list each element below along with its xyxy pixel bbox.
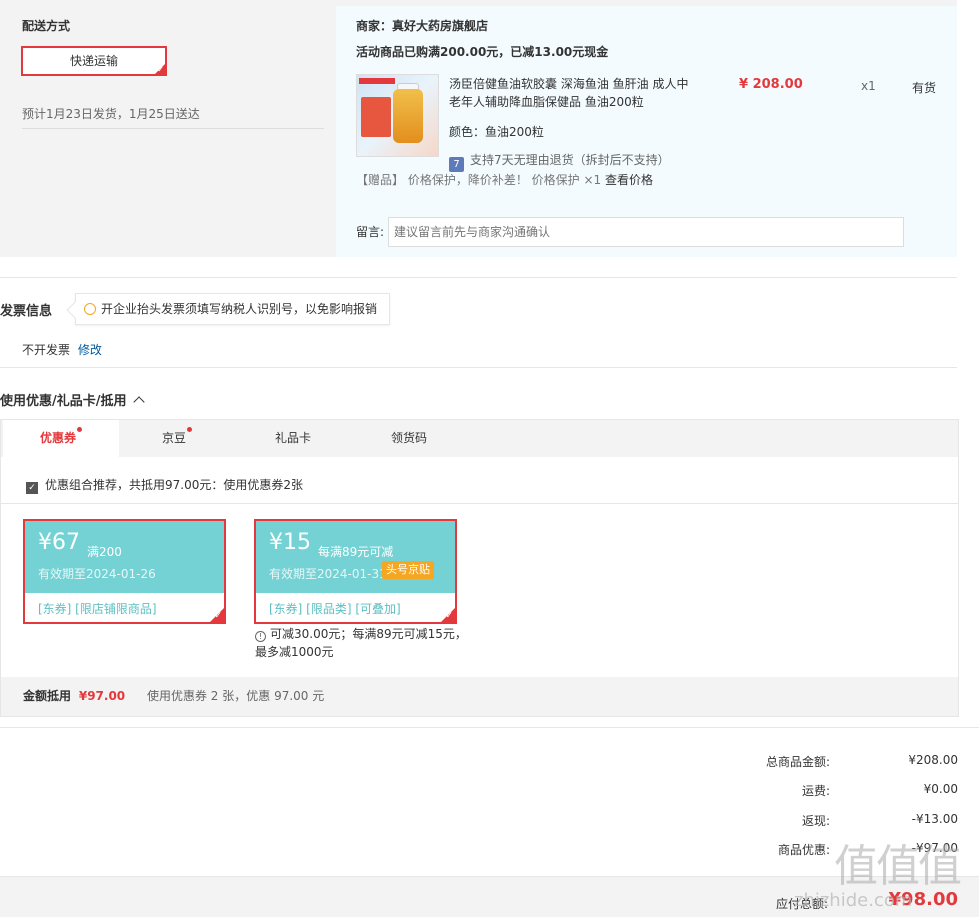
watermark-glyphs: 值值值 bbox=[834, 841, 962, 892]
delivery-estimate: 预计1月23日发货，1月25日送达 bbox=[22, 107, 200, 121]
return-policy-text: 支持7天无理由退货（拆封后不支持） bbox=[470, 153, 670, 167]
divider bbox=[0, 367, 957, 368]
coupon-note: ! 可减30.00元；每满89元可减15元，最多减1000元 bbox=[255, 625, 475, 661]
freight-value: ¥0.00 bbox=[923, 782, 958, 796]
lightbulb-icon bbox=[84, 303, 96, 315]
coupon-validity: 有效期至2024-01-31 bbox=[269, 567, 387, 581]
shipping-title: 配送方式 bbox=[22, 19, 71, 33]
coupon-card[interactable]: ¥15 每满89元可减 有效期至2024-01-31 头号京贴 [东券] [限品… bbox=[254, 519, 457, 624]
coupon-card[interactable]: ¥67 满200 有效期至2024-01-26 [东券] [限店铺限商品] ✓ bbox=[23, 519, 226, 624]
shipping-method-option[interactable]: 快递运输 ✓ bbox=[21, 46, 167, 76]
tab-label: 京豆 bbox=[161, 431, 186, 445]
promo-line: 活动商品已购满200.00元，已减13.00元现金 bbox=[356, 45, 609, 59]
return-policy-icon: 7 bbox=[449, 157, 464, 172]
rebate-label: 返现: bbox=[801, 814, 830, 828]
product-column: 商家：真好大药房旗舰店 活动商品已购满200.00元，已减13.00元现金 汤臣… bbox=[336, 6, 957, 257]
total-goods-value: ¥208.00 bbox=[908, 753, 958, 767]
coupon-validity: 有效期至2024-01-26 bbox=[38, 567, 156, 581]
notification-dot bbox=[187, 427, 192, 432]
divider bbox=[1, 503, 958, 504]
tab-label: 礼品卡 bbox=[274, 431, 311, 445]
product-title[interactable]: 汤臣倍健鱼油软胶囊 深海鱼油 鱼肝油 成人中老年人辅助降血脂保健品 鱼油200粒 bbox=[449, 75, 699, 111]
coupon-condition: 满200 bbox=[87, 545, 122, 559]
gift-line: 【赠品】 价格保护，降价补差！ 价格保护 ×1 查看价格 bbox=[356, 171, 653, 188]
coupon-header: ¥15 每满89元可减 有效期至2024-01-31 头号京贴 bbox=[256, 521, 455, 593]
coupon-section-title: 使用优惠/礼品卡/抵用 bbox=[0, 394, 127, 409]
view-price-link[interactable]: 查看价格 bbox=[605, 173, 653, 187]
bottle-graphic bbox=[393, 89, 423, 143]
total-goods-row: 总商品金额: ¥208.00 bbox=[658, 753, 958, 773]
shipping-column: 配送方式 快递运输 ✓ 预计1月23日发货，1月25日送达 bbox=[0, 0, 336, 257]
coupon-header: ¥67 满200 有效期至2024-01-26 bbox=[25, 521, 224, 593]
chevron-up-icon bbox=[132, 396, 145, 408]
invoice-status-text: 不开发票 bbox=[22, 343, 71, 357]
product-label-graphic bbox=[361, 97, 391, 137]
coupon-badge: 头号京贴 bbox=[382, 561, 434, 579]
divider bbox=[0, 727, 979, 728]
product-image[interactable] bbox=[356, 74, 439, 157]
summary-label: 金额抵用 bbox=[23, 689, 72, 703]
coupon-tags: [东券] [限店铺限商品] bbox=[38, 602, 157, 616]
watermark: 值值值 zhizhide.com bbox=[786, 830, 976, 917]
freight-label: 运费: bbox=[801, 784, 830, 798]
combo-text: 优惠组合推荐，共抵用97.00元：使用优惠券2张 bbox=[45, 478, 303, 492]
invoice-status: 不开发票 修改 bbox=[22, 341, 102, 358]
coupon-note-text: 可减30.00元；每满89元可减15元，最多减1000元 bbox=[255, 627, 467, 659]
coupon-tags: [东券] [限品类] [可叠加] bbox=[269, 602, 401, 616]
tip-arrow bbox=[66, 301, 84, 319]
product-price: ¥ 208.00 bbox=[739, 77, 803, 92]
notification-dot bbox=[77, 427, 82, 432]
message-label: 留言: bbox=[356, 225, 385, 239]
brand-strip bbox=[359, 78, 395, 84]
product-quantity: x1 bbox=[861, 79, 876, 93]
freight-row: 运费: ¥0.00 bbox=[658, 782, 958, 802]
gift-text: 【赠品】 价格保护，降价补差！ 价格保护 ×1 bbox=[356, 173, 602, 187]
coupon-summary: 金额抵用 ¥97.00 使用优惠券 2 张，优惠 97.00 元 bbox=[1, 677, 958, 716]
tab-coupons[interactable]: 优惠券 bbox=[3, 420, 119, 457]
coupon-section-toggle[interactable]: 使用优惠/礼品卡/抵用 bbox=[0, 390, 145, 409]
shipping-product-section: 配送方式 快递运输 ✓ 预计1月23日发货，1月25日送达 商家：真好大药房旗舰… bbox=[0, 0, 957, 257]
message-input[interactable] bbox=[388, 217, 904, 247]
combo-recommendation[interactable]: ✓ 优惠组合推荐，共抵用97.00元：使用优惠券2张 bbox=[26, 476, 303, 494]
tab-label: 领货码 bbox=[390, 431, 427, 445]
invoice-edit-link[interactable]: 修改 bbox=[78, 343, 102, 357]
return-policy: 7 支持7天无理由退货（拆封后不支持） bbox=[449, 151, 670, 172]
summary-description: 使用优惠券 2 张，优惠 97.00 元 bbox=[146, 689, 325, 703]
checkbox-checked-icon[interactable]: ✓ bbox=[26, 482, 38, 494]
rebate-row: 返现: -¥13.00 bbox=[658, 812, 958, 832]
coupon-amount: ¥67 bbox=[38, 530, 80, 555]
invoice-title: 发票信息 bbox=[0, 304, 53, 319]
tab-redeem-code[interactable]: 领货码 bbox=[351, 420, 467, 457]
coupon-amount: ¥15 bbox=[269, 530, 311, 555]
watermark-text: zhizhide.com bbox=[794, 890, 913, 911]
divider bbox=[0, 277, 957, 278]
coupon-tab-bar: 优惠券 京豆 礼品卡 领货码 bbox=[1, 420, 958, 457]
check-icon: ✓ bbox=[445, 611, 453, 621]
stock-status: 有货 bbox=[912, 81, 937, 95]
check-icon: ✓ bbox=[157, 65, 164, 74]
divider bbox=[22, 128, 324, 129]
coupon-panel: 优惠券 京豆 礼品卡 领货码 ✓ 优惠组合推荐，共抵用97.00元：使用优惠券2张… bbox=[0, 419, 959, 717]
tab-gift-card[interactable]: 礼品卡 bbox=[235, 420, 351, 457]
tab-label: 优惠券 bbox=[39, 431, 76, 445]
tab-jd-beans[interactable]: 京豆 bbox=[119, 420, 235, 457]
shop-name: 商家：真好大药房旗舰店 bbox=[356, 19, 489, 33]
info-icon: ! bbox=[255, 631, 266, 642]
rebate-value: -¥13.00 bbox=[911, 812, 958, 826]
total-goods-label: 总商品金额: bbox=[765, 755, 830, 769]
check-icon: ✓ bbox=[214, 611, 222, 621]
summary-amount: ¥97.00 bbox=[78, 689, 126, 703]
shipping-method-label: 快递运输 bbox=[69, 54, 118, 68]
product-color: 颜色：鱼油200粒 bbox=[449, 125, 544, 139]
coupon-condition: 每满89元可减 bbox=[318, 545, 394, 559]
invoice-tip: 开企业抬头发票须填写纳税人识别号，以免影响报销 bbox=[66, 293, 390, 325]
invoice-tip-text: 开企业抬头发票须填写纳税人识别号，以免影响报销 bbox=[101, 302, 378, 316]
